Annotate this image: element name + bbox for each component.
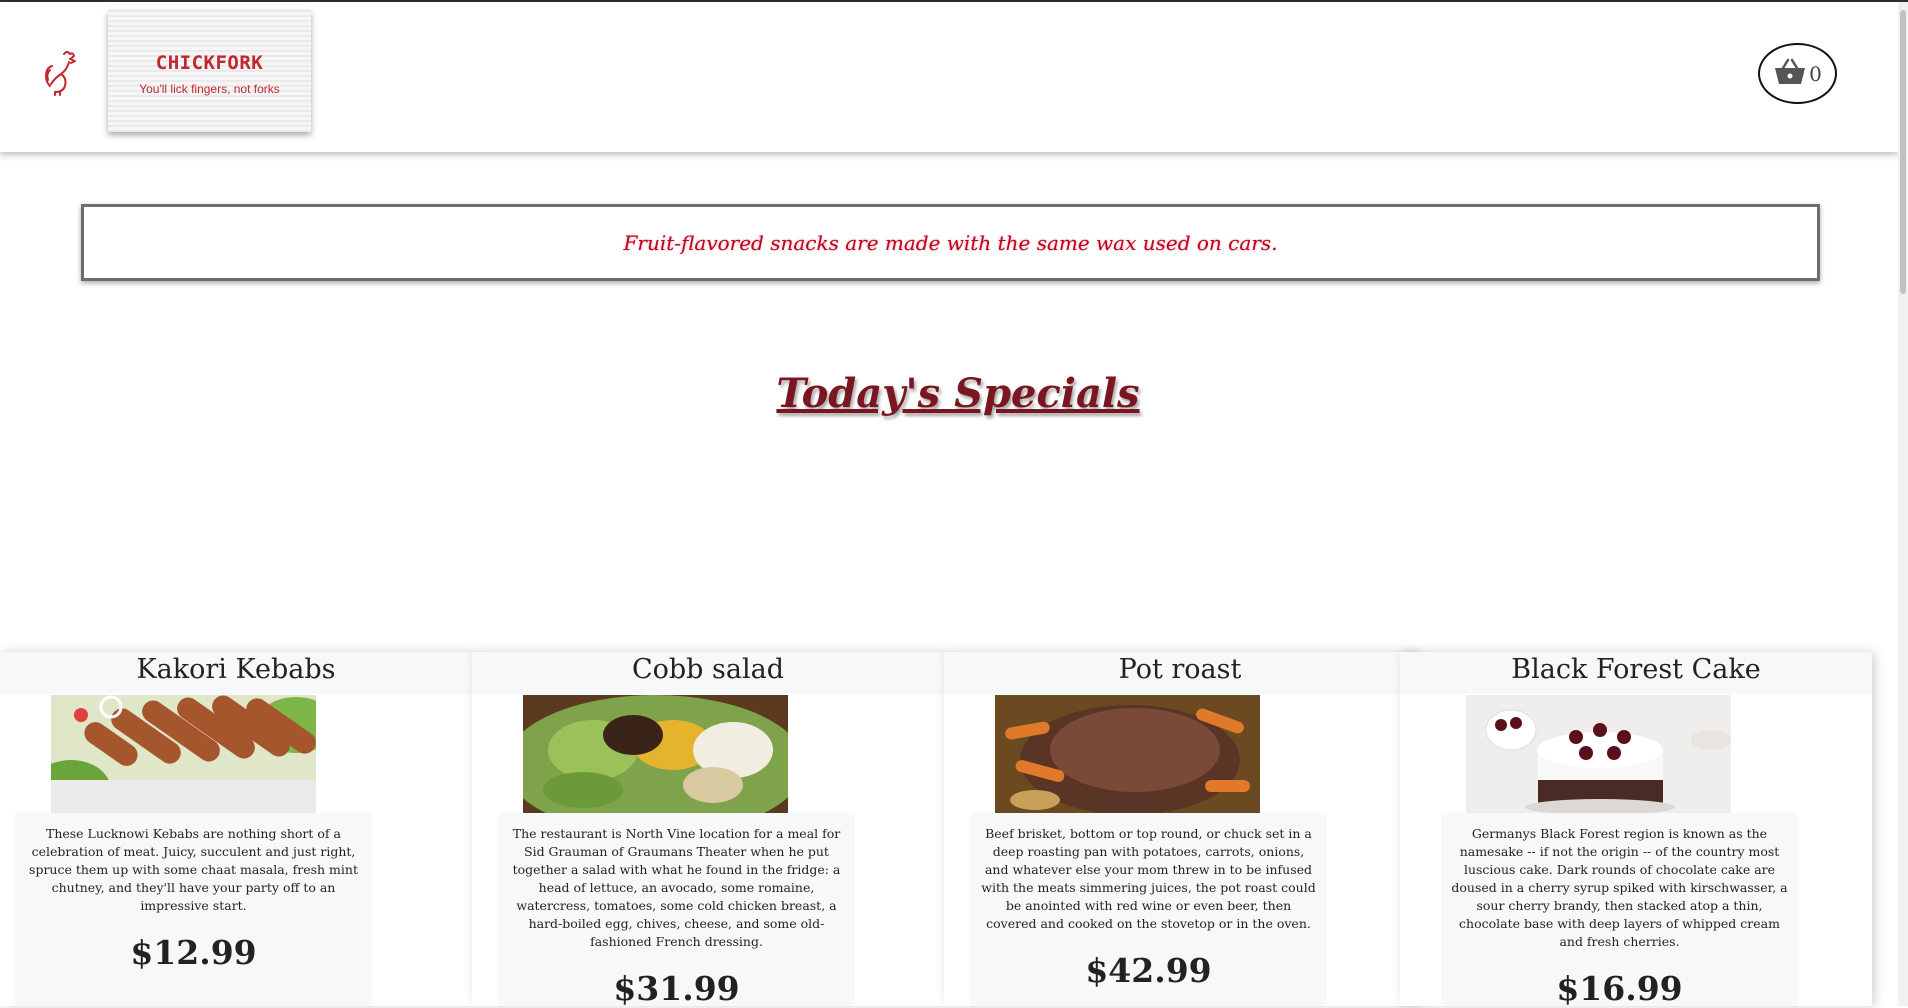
special-name: Black Forest Cake (1400, 652, 1872, 694)
fun-fact-text: Fruit-flavored snacks are made with the … (623, 230, 1278, 255)
food-image (995, 695, 1260, 813)
special-description: The restaurant is North Vine location fo… (512, 826, 841, 949)
special-card[interactable]: Cobb salad The restaurant is North Vine … (472, 652, 944, 1008)
logo-title: CHICKFORK (155, 52, 264, 74)
special-price: $31.99 (613, 969, 740, 1008)
shopping-basket-icon (1773, 58, 1807, 90)
food-image (1466, 695, 1731, 813)
special-price: $16.99 (1556, 969, 1683, 1008)
site-header: CHICKFORK You'll lick fingers, not forks… (0, 2, 1898, 152)
food-image (523, 695, 788, 813)
special-name: Pot roast (944, 652, 1416, 694)
scrollbar-thumb[interactable] (1900, 10, 1906, 294)
special-price: $42.99 (1085, 951, 1212, 990)
special-card[interactable]: Black Forest Cake Germanys Black Forest … (1400, 652, 1872, 1008)
special-name: Kakori Kebabs (0, 652, 472, 694)
special-details: Beef brisket, bottom or top round, or ch… (970, 813, 1327, 1006)
rooster-logo-icon[interactable] (40, 48, 80, 96)
page-scrollbar[interactable] (1898, 2, 1908, 1006)
special-details: Germanys Black Forest region is known as… (1441, 813, 1798, 1008)
special-description: These Lucknowi Kebabs are nothing short … (29, 826, 358, 913)
specials-list: Kakori Kebabs These Lucknowi Kebabs are … (0, 652, 1872, 1008)
special-card[interactable]: Pot roast Beef brisket, bottom or top ro… (944, 652, 1416, 1006)
special-details: These Lucknowi Kebabs are nothing short … (15, 813, 372, 1006)
special-card[interactable]: Kakori Kebabs These Lucknowi Kebabs are … (0, 652, 472, 1006)
fun-fact-banner: Fruit-flavored snacks are made with the … (81, 204, 1820, 281)
food-image (51, 695, 316, 813)
specials-heading: Today's Specials (776, 370, 1140, 417)
logo-tagline: You'll lick fingers, not forks (139, 82, 280, 96)
brand-logo[interactable]: CHICKFORK You'll lick fingers, not forks (108, 10, 311, 132)
special-details: The restaurant is North Vine location fo… (498, 813, 855, 1008)
special-price: $12.99 (130, 933, 257, 972)
cart-count: 0 (1809, 61, 1822, 86)
special-name: Cobb salad (472, 652, 944, 694)
special-description: Germanys Black Forest region is known as… (1451, 826, 1788, 949)
cart-button[interactable]: 0 (1758, 43, 1837, 104)
special-description: Beef brisket, bottom or top round, or ch… (981, 826, 1316, 931)
